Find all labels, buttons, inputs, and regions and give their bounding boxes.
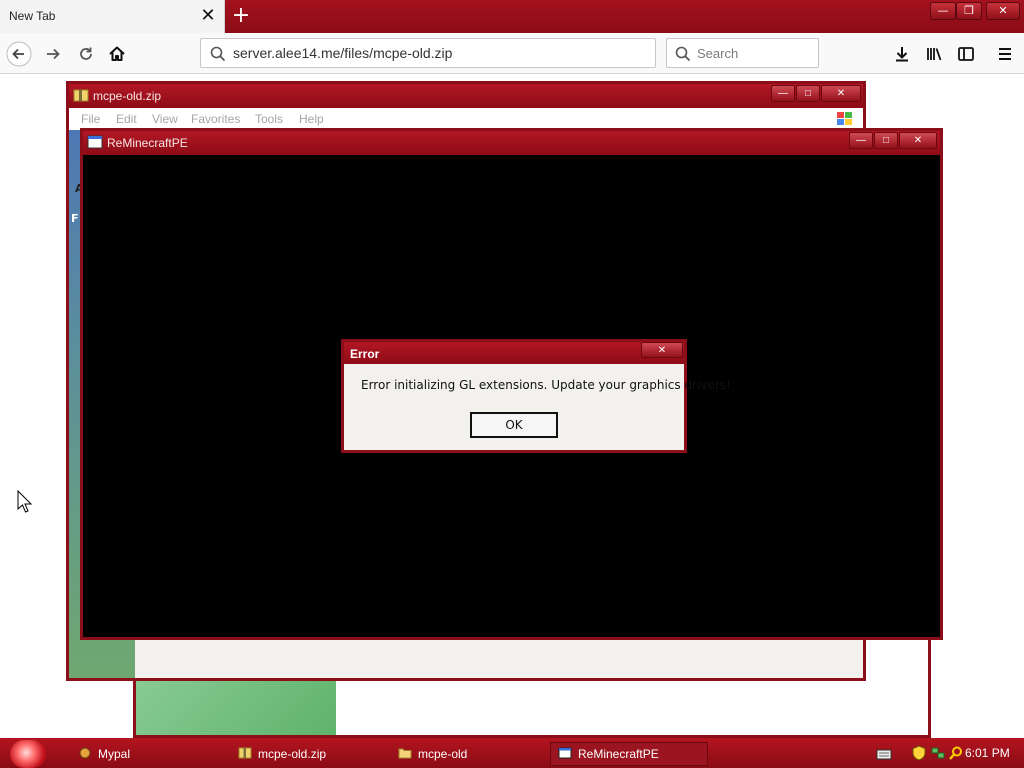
taskbar-item-zip[interactable]: mcpe-old.zip [238, 742, 326, 766]
taskbar [0, 738, 1024, 768]
shield-tray-icon[interactable] [912, 745, 926, 761]
browser-close-button[interactable]: ✕ [986, 2, 1020, 20]
taskbar-clock: 6:01 PM [965, 746, 1010, 760]
app-window-icon [558, 743, 572, 759]
taskbar-item-reminecraftpe[interactable]: ReMinecraftPE [550, 742, 708, 766]
mcpe-title-bar[interactable]: ReMinecraftPE — □ ✕ [83, 131, 940, 155]
search-placeholder: Search [697, 46, 739, 61]
error-title-bar[interactable]: Error ✕ [344, 342, 684, 364]
menu-file[interactable]: File [81, 112, 100, 126]
search-icon [674, 45, 692, 63]
tab-close-icon[interactable]: ✕ [200, 6, 216, 26]
error-dialog: Error ✕ Error initializing GL extensions… [341, 339, 731, 453]
explorer-close-button[interactable]: ✕ [821, 85, 861, 102]
menu-edit[interactable]: Edit [116, 112, 137, 126]
menu-view[interactable]: View [152, 112, 178, 126]
taskbar-item-mypal[interactable]: Mypal [78, 742, 130, 766]
taskbar-item-folder[interactable]: mcpe-old [398, 742, 467, 766]
search-tray-icon[interactable] [948, 745, 964, 761]
zip-folder-icon [238, 743, 252, 759]
new-tab-plus-icon[interactable]: + [230, 4, 252, 28]
url-bar[interactable]: server.alee14.me/files/mcpe-old.zip [200, 38, 656, 68]
back-arrow-icon[interactable] [6, 41, 32, 67]
browser-restore-button[interactable]: ❐ [956, 2, 982, 20]
menu-tools[interactable]: Tools [255, 112, 283, 126]
taskbar-label: ReMinecraftPE [578, 747, 659, 761]
library-icon[interactable] [921, 41, 947, 67]
home-icon[interactable] [104, 41, 130, 67]
explorer-menu-bar: File Edit View Favorites Tools Help [69, 108, 863, 130]
error-message: Error initializing GL extensions. Update… [361, 378, 731, 392]
navigation-toolbar: server.alee14.me/files/mcpe-old.zip Sear… [0, 33, 1024, 74]
mcpe-minimize-button[interactable]: — [849, 132, 873, 149]
search-input[interactable]: Search [666, 38, 819, 68]
explorer-minimize-button[interactable]: — [771, 85, 795, 102]
taskbar-label: mcpe-old [418, 747, 468, 761]
error-title: Error [350, 347, 380, 361]
network-tray-icon[interactable] [930, 745, 946, 761]
menu-help[interactable]: Help [299, 112, 324, 126]
explorer-title: mcpe-old.zip [93, 89, 162, 103]
mcpe-maximize-button[interactable]: □ [874, 132, 898, 149]
url-text: server.alee14.me/files/mcpe-old.zip [233, 45, 453, 61]
sidebar-icon[interactable] [953, 41, 979, 67]
taskbar-label: mcpe-old.zip [258, 747, 327, 761]
zip-folder-icon [73, 88, 89, 102]
folder-icon [398, 743, 412, 759]
windows-logo-icon [835, 110, 855, 128]
ok-button[interactable]: OK [470, 412, 558, 438]
tab-title: New Tab [9, 9, 56, 23]
search-icon [209, 45, 227, 63]
explorer-maximize-button[interactable]: □ [796, 85, 820, 102]
taskbar-label: Mypal [98, 747, 131, 761]
menu-icon[interactable] [992, 41, 1018, 67]
forward-arrow-icon[interactable] [40, 41, 66, 67]
app-window-icon [87, 135, 103, 149]
explorer-title-bar[interactable]: mcpe-old.zip — □ ✕ [69, 84, 863, 108]
start-button-orb-icon[interactable] [10, 740, 46, 768]
browser-minimize-button[interactable]: — [930, 2, 956, 20]
folders-label: F [71, 212, 79, 225]
reload-icon[interactable] [73, 41, 99, 67]
mcpe-close-button[interactable]: ✕ [899, 132, 937, 149]
keyboard-tray-icon[interactable] [876, 746, 892, 760]
mcpe-title: ReMinecraftPE [107, 136, 188, 150]
mouse-cursor-icon [17, 489, 33, 514]
mypal-app-icon [78, 743, 92, 759]
browser-tab-strip: New Tab ✕ + — ❐ ✕ [0, 0, 1024, 33]
menu-favorites[interactable]: Favorites [191, 112, 240, 126]
download-icon[interactable] [889, 41, 915, 67]
browser-tab[interactable]: New Tab ✕ [0, 0, 225, 33]
error-close-button[interactable]: ✕ [641, 342, 683, 358]
